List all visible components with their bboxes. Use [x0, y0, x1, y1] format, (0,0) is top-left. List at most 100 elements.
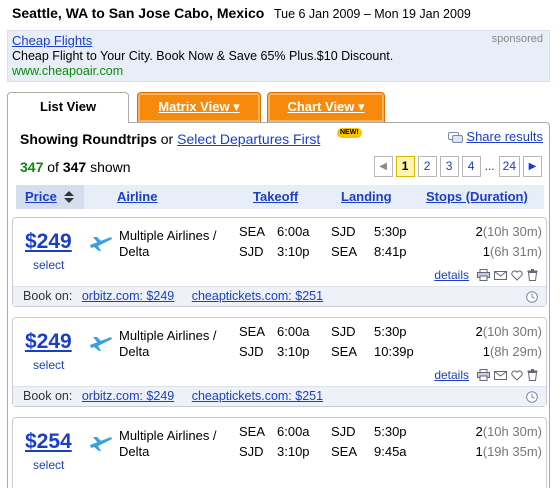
airline-name: Multiple Airlines / Delta [119, 228, 217, 259]
email-icon[interactable] [494, 270, 507, 281]
ad-url[interactable]: www.cheapoair.com [12, 64, 545, 79]
page-2-button[interactable]: 2 [417, 155, 437, 177]
print-icon[interactable] [477, 369, 490, 381]
plane-icon [90, 237, 112, 251]
ret-arr-airport: SEA [331, 344, 358, 359]
ret-stops: 1(19h 35m) [476, 444, 542, 459]
price-link[interactable]: $249 [25, 330, 72, 354]
clock-icon[interactable] [526, 391, 538, 403]
book-orbitz-link[interactable]: orbitz.com: $249 [82, 289, 174, 303]
share-results-link[interactable]: Share results [448, 129, 543, 144]
ret-duration: (6h 31m) [489, 244, 542, 259]
ret-arr-airport: SEA [331, 444, 358, 459]
page-ellipsis: ... [484, 159, 495, 173]
price-link[interactable]: $254 [25, 430, 72, 454]
out-dep-airport: SEA [239, 324, 266, 339]
speech-bubble-icon [448, 131, 464, 143]
count-shown-label: shown [90, 159, 131, 175]
out-dep-airport: SEA [239, 224, 266, 239]
out-arr-airport: SJD [331, 424, 356, 439]
ad-text: Cheap Flight to Your City. Book Now & Sa… [12, 49, 394, 63]
out-stop-count: 2 [475, 224, 483, 239]
book-on-label: Book on: [23, 389, 73, 403]
new-badge: NEW! [337, 128, 362, 138]
result-card: $249 select Multiple Airlines / Delta SE… [12, 317, 547, 407]
sort-takeoff-link[interactable]: Takeoff [253, 189, 298, 204]
sort-airline-link[interactable]: Airline [117, 189, 157, 204]
price-link[interactable]: $249 [25, 230, 72, 254]
sort-arrows-icon[interactable] [64, 191, 74, 203]
or-text: or [160, 131, 174, 147]
trash-icon[interactable] [527, 269, 538, 281]
select-departures-link[interactable]: Select Departures First [177, 131, 320, 147]
select-link[interactable]: select [33, 358, 64, 372]
email-icon[interactable] [494, 370, 507, 381]
ret-dep-airport: SJD [239, 444, 264, 459]
tab-matrix-label: Matrix View ▾ [158, 99, 240, 114]
out-stops: 2(10h 30m) [476, 324, 542, 339]
page-1-button[interactable]: 1 [395, 155, 415, 177]
result-actions: details [434, 268, 538, 282]
clock-icon[interactable] [526, 291, 538, 303]
ret-duration: (8h 29m) [489, 344, 542, 359]
book-cheaptickets-link[interactable]: cheaptickets.com: $251 [192, 389, 323, 403]
details-link[interactable]: details [434, 268, 469, 282]
tab-chart-view[interactable]: Chart View ▾ [267, 92, 385, 122]
out-duration: (10h 30m) [482, 424, 542, 439]
ret-stops: 1(8h 29m) [483, 344, 542, 359]
airline-name: Multiple Airlines / Delta [119, 328, 217, 359]
out-dep-airport: SEA [239, 424, 266, 439]
next-page-button[interactable]: ▶ [523, 155, 542, 177]
result-card: $249 select Multiple Airlines / Delta SE… [12, 217, 547, 307]
book-orbitz-link[interactable]: orbitz.com: $249 [82, 389, 174, 403]
result-count: 347 of 347 shown [20, 159, 131, 175]
out-arr-time: 5:30p [374, 224, 407, 239]
out-dep-time: 6:00a [277, 324, 310, 339]
ret-dep-time: 3:10p [277, 444, 310, 459]
ret-dep-airport: SJD [239, 344, 264, 359]
ret-arr-time: 10:39p [374, 344, 414, 359]
sort-stops-link[interactable]: Stops (Duration) [426, 189, 528, 204]
route-title: Seattle, WA to San Jose Cabo, Mexico [12, 5, 265, 21]
trash-icon[interactable] [527, 369, 538, 381]
book-cheaptickets-link[interactable]: cheaptickets.com: $251 [192, 289, 323, 303]
ret-duration: (19h 35m) [482, 444, 542, 459]
out-stop-count: 2 [475, 424, 483, 439]
out-arr-time: 5:30p [374, 424, 407, 439]
out-duration: (10h 30m) [482, 224, 542, 239]
heart-icon[interactable] [511, 269, 523, 281]
out-arr-airport: SJD [331, 324, 356, 339]
ret-stop-count: 1 [475, 444, 483, 459]
ret-stop-count: 1 [482, 344, 490, 359]
page-3-button[interactable]: 3 [439, 155, 459, 177]
airline-name: Multiple Airlines / Delta [119, 428, 217, 459]
result-actions: details [434, 368, 538, 382]
ret-dep-time: 3:10p [277, 344, 310, 359]
select-link[interactable]: select [33, 458, 64, 472]
sort-price-link[interactable]: Price [25, 189, 57, 204]
search-header: Seattle, WA to San Jose Cabo, Mexico Tue… [12, 5, 552, 25]
page-last-button[interactable]: 24 [498, 155, 520, 177]
page-4-button[interactable]: 4 [461, 155, 481, 177]
tab-list-view[interactable]: List View [7, 92, 129, 123]
ret-dep-time: 3:10p [277, 244, 310, 259]
out-dep-time: 6:00a [277, 424, 310, 439]
book-on-label: Book on: [23, 289, 73, 303]
ret-dep-airport: SJD [239, 244, 264, 259]
tab-matrix-view[interactable]: Matrix View ▾ [137, 92, 261, 122]
select-link[interactable]: select [33, 258, 64, 272]
print-icon[interactable] [477, 269, 490, 281]
prev-page-button[interactable]: ◀ [373, 155, 393, 177]
sort-landing-link[interactable]: Landing [341, 189, 392, 204]
results-panel: Showing Roundtrips or Select Departures … [7, 122, 550, 488]
ad-title-link[interactable]: Cheap Flights [12, 33, 545, 48]
result-card: $254 select Multiple Airlines / Delta SE… [12, 417, 547, 488]
heart-icon[interactable] [511, 369, 523, 381]
select-departures-label: Select Departures First [177, 131, 321, 147]
ret-arr-time: 8:41p [374, 244, 407, 259]
out-duration: (10h 30m) [482, 324, 542, 339]
ret-stops: 1(6h 31m) [483, 244, 542, 259]
details-link[interactable]: details [434, 368, 469, 382]
ret-arr-airport: SEA [331, 244, 358, 259]
showing-label: Showing Roundtrips [20, 131, 157, 147]
